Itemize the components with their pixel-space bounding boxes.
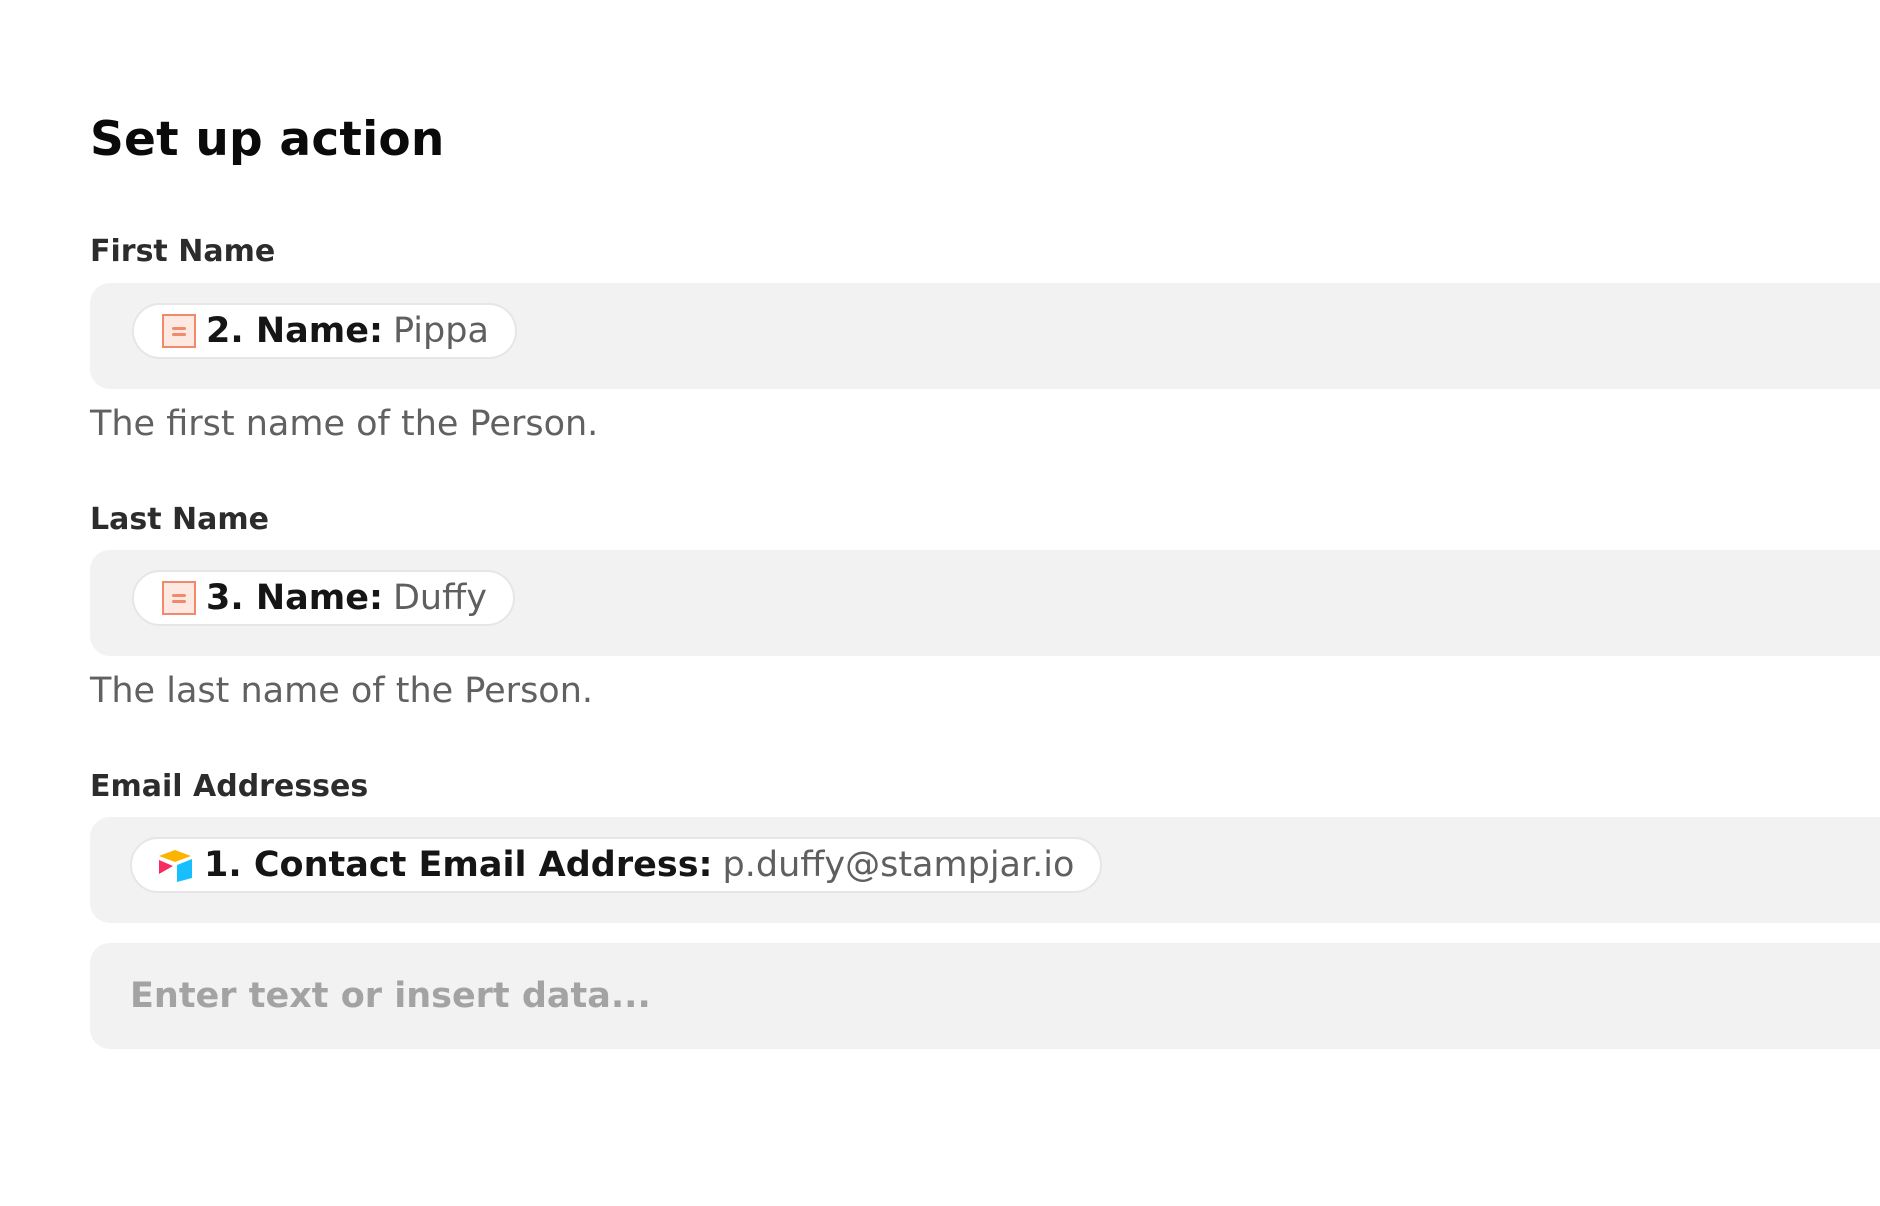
token-key: 2. Name: xyxy=(206,311,383,351)
last-name-field[interactable]: 3. Name: Duffy xyxy=(90,550,1880,656)
last-name-token[interactable]: 3. Name: Duffy xyxy=(132,570,515,626)
email-address-field[interactable]: 1. Contact Email Address: p.duffy@stampj… xyxy=(90,817,1880,923)
token-key: 3. Name: xyxy=(206,578,383,618)
last-name-label: Last Name xyxy=(90,502,269,537)
additional-email-input[interactable]: Enter text or insert data... xyxy=(90,943,1880,1049)
first-name-help: The first name of the Person. xyxy=(90,404,599,444)
setup-action-panel: Set up action First Name 2. Name: Pippa … xyxy=(0,0,1880,1206)
page-title: Set up action xyxy=(90,112,445,167)
token-key: 1. Contact Email Address: xyxy=(204,845,713,885)
first-name-label: First Name xyxy=(90,234,276,269)
email-token[interactable]: 1. Contact Email Address: p.duffy@stampj… xyxy=(130,837,1103,893)
airtable-icon xyxy=(159,850,192,882)
last-name-help: The last name of the Person. xyxy=(90,671,594,711)
first-name-field[interactable]: 2. Name: Pippa xyxy=(90,283,1880,389)
form-response-icon xyxy=(162,314,196,348)
first-name-token[interactable]: 2. Name: Pippa xyxy=(132,303,517,359)
form-response-icon xyxy=(162,581,196,615)
token-value: p.duffy@stampjar.io xyxy=(722,845,1075,885)
token-value: Duffy xyxy=(392,578,487,618)
input-placeholder: Enter text or insert data... xyxy=(130,976,651,1016)
email-addresses-label: Email Addresses xyxy=(90,769,369,804)
token-value: Pippa xyxy=(392,311,489,351)
